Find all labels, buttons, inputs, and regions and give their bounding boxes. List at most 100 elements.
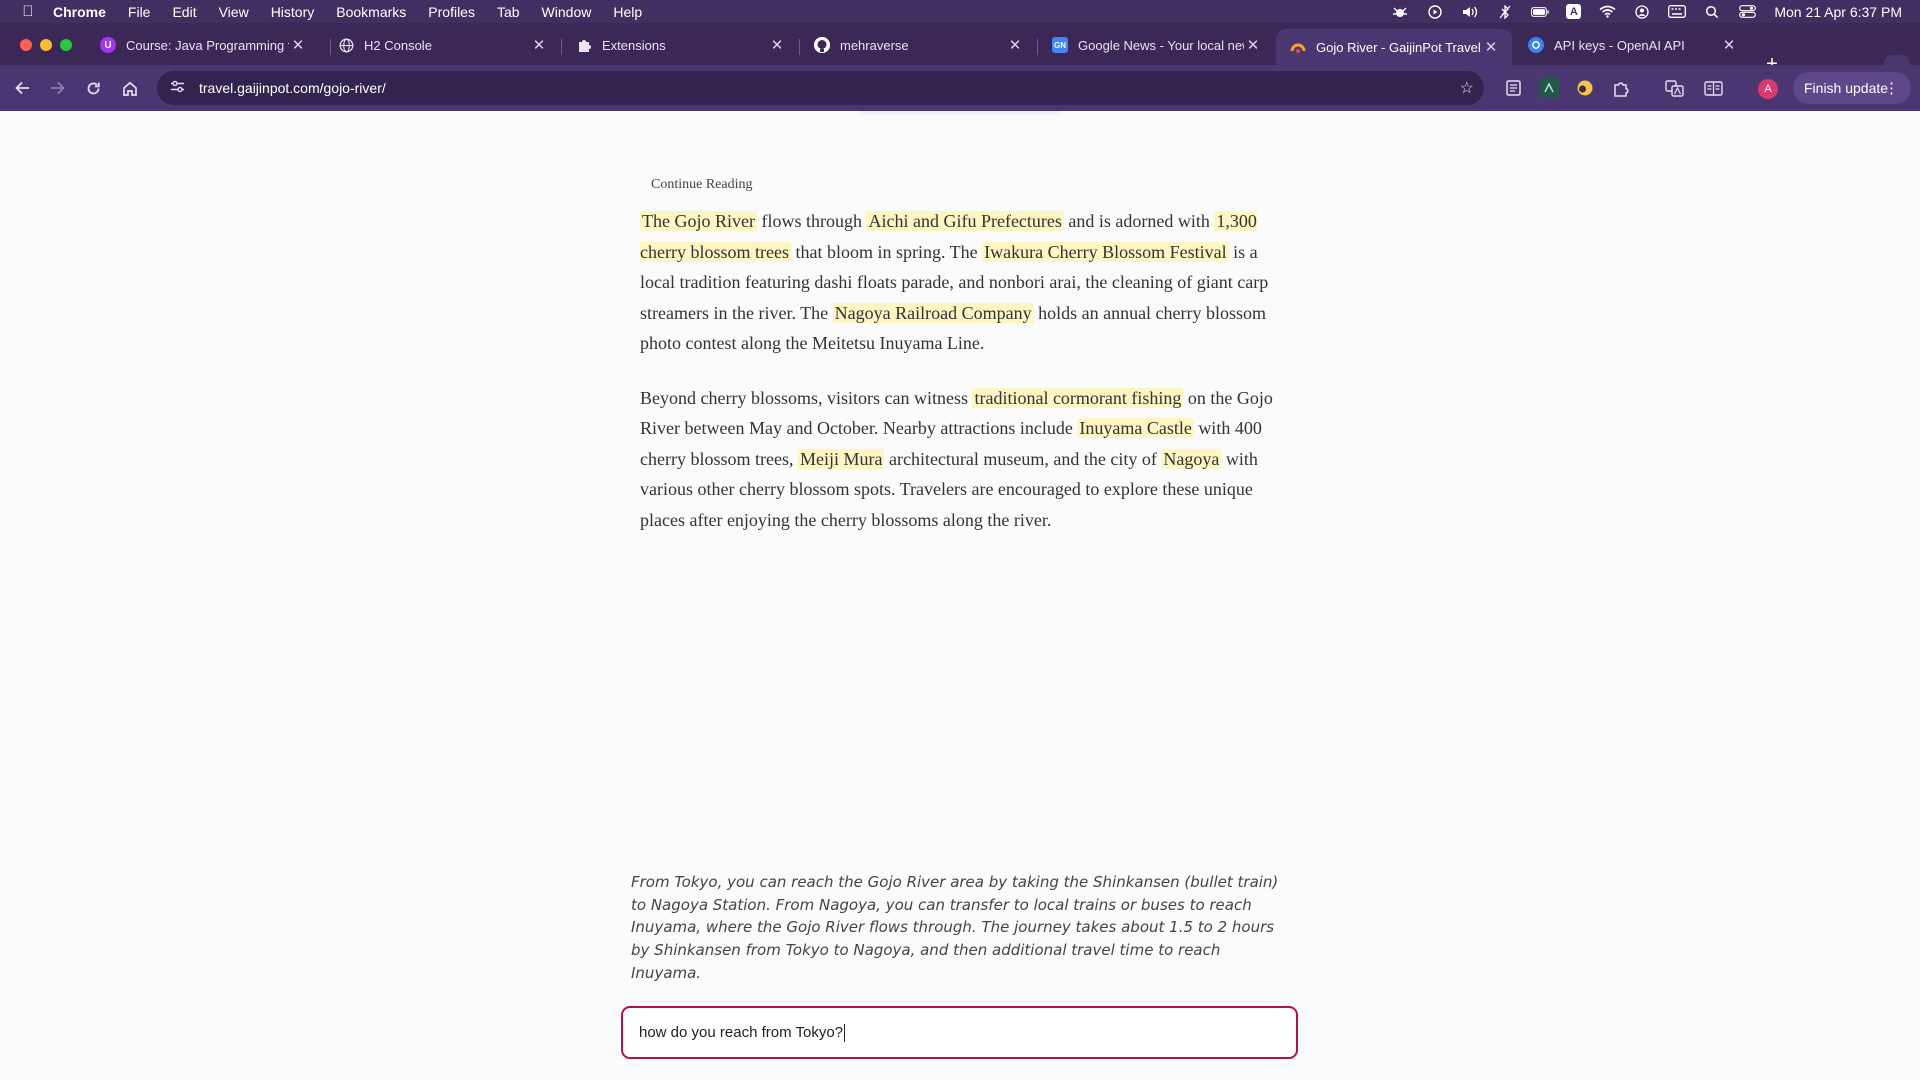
tab-extensions[interactable]: Extensions ✕ xyxy=(562,29,798,61)
highlight-gojo-river[interactable]: The Gojo River xyxy=(640,211,757,231)
tab-title: mehraverse xyxy=(840,37,909,53)
text-segment: architectural museum, and the city of xyxy=(884,448,1162,469)
zoom-window-button[interactable] xyxy=(60,39,72,51)
menu-view[interactable]: View xyxy=(219,4,249,20)
browser-toolbar: travel.gaijinpot.com/gojo-river/ ☆ A Fin… xyxy=(0,65,1920,111)
menu-tab[interactable]: Tab xyxy=(497,4,520,20)
menu-app-name[interactable]: Chrome xyxy=(53,4,106,20)
udemy-icon: U xyxy=(100,37,116,53)
text-caret xyxy=(844,1023,846,1042)
tab-gojo-river[interactable]: Gojo River - GaijinPot Travel ✕ xyxy=(1276,29,1512,65)
menu-window[interactable]: Window xyxy=(542,4,592,20)
play-icon[interactable] xyxy=(1426,4,1444,19)
url-text: travel.gaijinpot.com/gojo-river/ xyxy=(199,80,386,96)
tab-close-icon[interactable]: ✕ xyxy=(1006,36,1024,54)
tab-java-course[interactable]: U Course: Java Programming fo ✕ xyxy=(86,29,319,61)
globe-icon xyxy=(338,37,354,53)
close-window-button[interactable] xyxy=(20,39,32,51)
translate-icon[interactable] xyxy=(1664,78,1684,98)
menu-history[interactable]: History xyxy=(271,4,315,20)
article-body: The Gojo River flows through Aichi and G… xyxy=(640,206,1280,559)
tab-openai-api-keys[interactable]: API keys - OpenAI API ✕ xyxy=(1514,29,1750,61)
tab-title: Gojo River - GaijinPot Travel xyxy=(1316,39,1481,55)
tab-close-icon[interactable]: ✕ xyxy=(768,36,786,54)
article-paragraph-2: Beyond cherry blossoms, visitors can wit… xyxy=(640,383,1280,536)
forward-icon[interactable] xyxy=(44,75,70,101)
battery-icon[interactable] xyxy=(1531,5,1550,19)
assistant-answer: From Tokyo, you can reach the Gojo River… xyxy=(631,873,1279,982)
reload-icon[interactable] xyxy=(80,75,106,101)
menu-help[interactable]: Help xyxy=(613,4,642,20)
text-segment: and is adorned with xyxy=(1063,211,1215,231)
question-input[interactable]: how do you reach from Tokyo? xyxy=(621,1006,1298,1059)
text-segment: that bloom in spring. The xyxy=(790,241,983,262)
highlight-iwakura-festival[interactable]: Iwakura Cherry Blossom Festival xyxy=(982,241,1229,262)
question-input-value: how do you reach from Tokyo? xyxy=(639,1024,844,1041)
address-bar[interactable]: travel.gaijinpot.com/gojo-river/ ☆ xyxy=(157,71,1484,105)
text-segment: Beyond cherry blossoms, visitors can wit… xyxy=(640,387,973,408)
tab-title: H2 Console xyxy=(364,37,432,53)
input-source-icon[interactable]: A xyxy=(1566,4,1582,19)
page-content: Continue Reading The Gojo River flows th… xyxy=(0,111,1920,1080)
menu-file[interactable]: File xyxy=(128,4,151,20)
wifi-icon[interactable] xyxy=(1598,5,1616,19)
tab-title: Extensions xyxy=(602,37,666,53)
tab-google-news[interactable]: GN Google News - Your local new ✕ xyxy=(1038,29,1274,61)
gaijinpot-icon xyxy=(1290,39,1306,55)
tab-h2-console[interactable]: H2 Console ✕ xyxy=(324,29,560,61)
site-settings-icon[interactable] xyxy=(167,80,187,96)
spotlight-search-icon[interactable] xyxy=(1703,5,1721,19)
article-paragraph-1: The Gojo River flows through Aichi and G… xyxy=(640,206,1280,359)
macos-menu-bar:  Chrome File Edit View History Bookmark… xyxy=(0,0,1920,23)
back-icon[interactable] xyxy=(9,75,35,101)
bluetooth-icon[interactable] xyxy=(1496,4,1514,19)
tab-strip: U Course: Java Programming fo ✕ H2 Conso… xyxy=(0,23,1920,81)
volume-icon[interactable] xyxy=(1461,5,1479,19)
apple-icon[interactable]:  xyxy=(20,3,36,20)
status-area: A Mon 21 Apr 6:37 PM xyxy=(1374,0,1902,23)
highlight-cormorant-fishing[interactable]: traditional cormorant fishing xyxy=(972,387,1184,408)
bookmark-star-icon[interactable]: ☆ xyxy=(1460,78,1474,98)
more-menu-icon[interactable]: ⋮ xyxy=(1884,79,1899,97)
puzzle-icon xyxy=(576,37,592,53)
minimize-window-button[interactable] xyxy=(40,39,52,51)
tab-close-icon[interactable]: ✕ xyxy=(1720,36,1738,54)
google-news-icon: GN xyxy=(1052,37,1068,53)
home-icon[interactable] xyxy=(117,75,143,101)
highlight-inuyama-castle[interactable]: Inuyama Castle xyxy=(1077,418,1194,438)
openai-icon xyxy=(1528,37,1544,53)
reading-list-icon[interactable] xyxy=(1503,78,1523,98)
tab-close-icon[interactable]: ✕ xyxy=(1244,36,1262,54)
github-icon xyxy=(814,37,830,53)
top-divider xyxy=(860,111,1060,117)
tab-close-icon[interactable]: ✕ xyxy=(530,36,548,54)
highlight-aichi-gifu[interactable]: Aichi and Gifu Prefectures xyxy=(866,211,1064,231)
control-center-icon[interactable] xyxy=(1738,5,1756,19)
tab-title: API keys - OpenAI API xyxy=(1554,37,1685,53)
tab-mehraverse[interactable]: mehraverse ✕ xyxy=(800,29,1036,61)
extensions-puzzle-icon[interactable] xyxy=(1611,78,1631,98)
tab-title: Course: Java Programming fo xyxy=(126,37,289,53)
finish-update-button[interactable]: Finish update ⋮ xyxy=(1793,72,1911,104)
extension-green-icon[interactable] xyxy=(1539,78,1559,98)
user-icon[interactable] xyxy=(1633,4,1651,19)
tab-title: Google News - Your local new xyxy=(1078,37,1244,53)
extension-yellow-icon[interactable] xyxy=(1575,78,1595,98)
menu-profiles[interactable]: Profiles xyxy=(428,4,475,20)
tab-close-icon[interactable]: ✕ xyxy=(289,36,307,54)
bug-icon[interactable] xyxy=(1391,5,1409,19)
keyboard-icon[interactable] xyxy=(1668,5,1687,19)
highlight-nagoya[interactable]: Nagoya xyxy=(1161,448,1222,469)
reading-mode-icon[interactable] xyxy=(1703,78,1723,98)
menu-edit[interactable]: Edit xyxy=(172,4,196,20)
highlight-nagoya-railroad[interactable]: Nagoya Railroad Company xyxy=(832,302,1034,323)
profile-avatar[interactable]: A xyxy=(1758,79,1778,99)
menu-bookmarks[interactable]: Bookmarks xyxy=(336,4,406,20)
finish-update-label: Finish update xyxy=(1804,80,1889,96)
app-menu: Chrome File Edit View History Bookmarks … xyxy=(53,4,664,20)
highlight-meiji-mura[interactable]: Meiji Mura xyxy=(797,448,885,469)
continue-reading-link[interactable]: Continue Reading xyxy=(651,177,753,193)
tab-close-icon[interactable]: ✕ xyxy=(1482,38,1500,56)
text-segment: flows through xyxy=(756,211,867,231)
menubar-clock[interactable]: Mon 21 Apr 6:37 PM xyxy=(1774,4,1902,20)
